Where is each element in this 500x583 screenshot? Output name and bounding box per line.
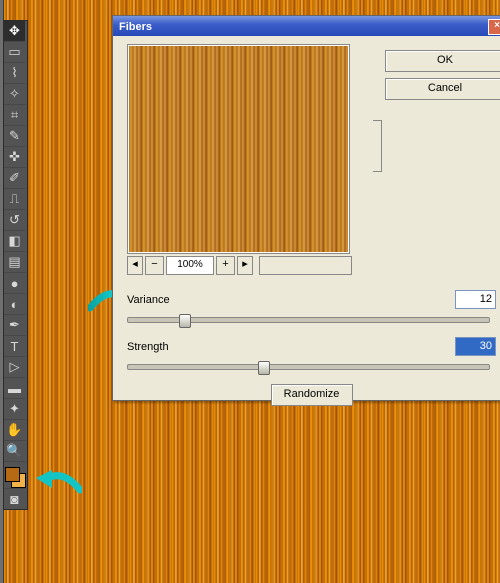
crop-tool[interactable]: ⌗	[4, 105, 25, 126]
brush-tool[interactable]: ✐	[4, 168, 25, 189]
variance-value-field[interactable]: 12	[455, 290, 496, 309]
randomize-label: Randomize	[284, 388, 340, 400]
dodge-tool[interactable]: ◐	[4, 294, 25, 315]
quick-mask-toggle[interactable]: ◙	[4, 488, 25, 509]
strength-slider[interactable]	[127, 364, 490, 370]
variance-label: Variance	[127, 294, 183, 306]
ok-label: OK	[437, 54, 453, 66]
foreground-color[interactable]	[5, 467, 20, 482]
chevron-right-icon: ▸	[242, 258, 248, 270]
zoom-out-button[interactable]: −	[145, 256, 164, 275]
clone-stamp-tool[interactable]: ⎍	[4, 189, 25, 210]
strength-label: Strength	[127, 341, 183, 353]
dialog-body: ◂ − 100% + ▸ OK Cancel	[113, 36, 500, 400]
zoom-in-button[interactable]: +	[216, 256, 235, 275]
fibers-dialog: Fibers × ◂ − 100% + ▸	[112, 15, 500, 401]
eyedropper-tool[interactable]: ✎	[4, 126, 25, 147]
toolbox: ✥▭⌇✧⌗✎✜✐⎍↺◧▤●◐✒T▷▬✦✋🔍 ◙	[3, 20, 28, 510]
3d-tool[interactable]: ✦	[4, 399, 25, 420]
move-tool[interactable]: ✥	[4, 21, 25, 42]
eraser-tool[interactable]: ◧	[4, 231, 25, 252]
zoom-tool[interactable]: 🔍	[4, 441, 25, 462]
blur-tool[interactable]: ●	[4, 273, 25, 294]
history-brush-tool[interactable]: ↺	[4, 210, 25, 231]
zoom-value: 100%	[166, 256, 214, 275]
hand-tool[interactable]: ✋	[4, 420, 25, 441]
minus-icon: −	[151, 258, 157, 270]
ok-button[interactable]: OK	[385, 50, 500, 72]
strength-value-field[interactable]: 30	[455, 337, 496, 356]
marquee-tool[interactable]: ▭	[4, 42, 25, 63]
gradient-tool[interactable]: ▤	[4, 252, 25, 273]
plus-icon: +	[222, 258, 228, 270]
path-selection-tool[interactable]: ▷	[4, 357, 25, 378]
zoom-bar: ◂ − 100% + ▸	[127, 256, 352, 274]
color-swatch[interactable]	[4, 466, 25, 488]
pen-tool[interactable]: ✒	[4, 315, 25, 336]
dialog-action-buttons: OK Cancel	[385, 50, 500, 100]
shape-tool[interactable]: ▬	[4, 378, 25, 399]
close-icon: ×	[494, 20, 500, 31]
variance-slider[interactable]	[127, 317, 490, 323]
scroll-left-button[interactable]: ◂	[127, 256, 143, 275]
hidden-panel-edge	[373, 120, 382, 172]
cancel-button[interactable]: Cancel	[385, 78, 500, 100]
lasso-tool[interactable]: ⌇	[4, 63, 25, 84]
dialog-title: Fibers	[119, 21, 152, 33]
variance-slider-thumb[interactable]	[179, 314, 191, 328]
preview-frame: ◂ − 100% + ▸	[127, 44, 352, 276]
cancel-label: Cancel	[428, 82, 462, 94]
scroll-right-button[interactable]: ▸	[237, 256, 253, 275]
strength-slider-thumb[interactable]	[258, 361, 270, 375]
type-tool[interactable]: T	[4, 336, 25, 357]
variance-row: Variance 12	[127, 290, 496, 309]
magic-wand-tool[interactable]: ✧	[4, 84, 25, 105]
healing-brush-tool[interactable]: ✜	[4, 147, 25, 168]
close-button[interactable]: ×	[488, 19, 500, 35]
randomize-button[interactable]: Randomize	[271, 384, 353, 406]
strength-row: Strength 30	[127, 337, 496, 356]
dialog-titlebar[interactable]: Fibers ×	[113, 16, 500, 36]
preview-scrollbar[interactable]	[259, 256, 352, 275]
preview-image[interactable]	[127, 44, 350, 254]
chevron-left-icon: ◂	[132, 258, 138, 270]
filter-controls: Variance 12 Strength 30 Randomize	[127, 290, 496, 406]
